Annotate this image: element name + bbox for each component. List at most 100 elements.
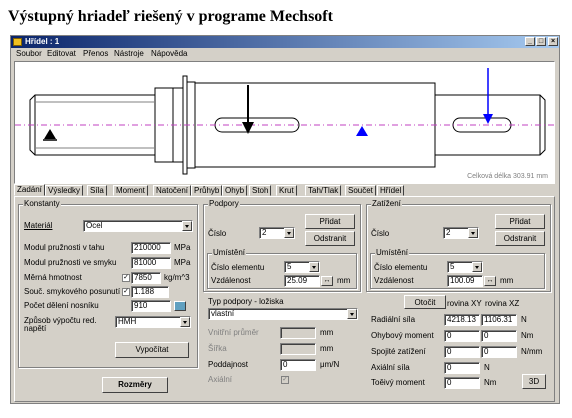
- podpory-vzd-field[interactable]: 25.09: [284, 275, 320, 287]
- tab-zadani[interactable]: Zadání: [14, 184, 45, 196]
- podpory-elem-select[interactable]: 5: [284, 261, 320, 273]
- menu-napoveda[interactable]: Nápověda: [151, 49, 187, 58]
- typ-podpory-select[interactable]: vlastní: [208, 308, 358, 320]
- ohyb-xy-field[interactable]: 0: [444, 330, 480, 342]
- vypocitat-button[interactable]: Vypočítat: [115, 342, 189, 358]
- typ-podpory-label: Typ podpory - ložiska: [208, 297, 284, 306]
- podpory-elem-label: Číslo elementu: [211, 263, 265, 272]
- podpory-pridat-button[interactable]: Přidat: [305, 214, 355, 229]
- podpory-vzd-spinner[interactable]: ↔: [321, 276, 333, 286]
- rozmery-button[interactable]: Rozměry: [102, 377, 168, 393]
- radialni-unit: N: [521, 315, 527, 324]
- konstanty-legend: Konstanty: [23, 199, 61, 208]
- souc-checkbox[interactable]: ✓: [122, 288, 130, 296]
- sirka-field: [280, 343, 316, 355]
- menu-prenos[interactable]: Přenos: [83, 49, 108, 58]
- zpusob-select[interactable]: HMH: [115, 316, 191, 328]
- rovina-xz-label: rovina XZ: [485, 299, 520, 308]
- torzni-label: Toěivý moment: [371, 378, 425, 387]
- close-button[interactable]: ×: [548, 37, 558, 46]
- tab-ohyb[interactable]: Ohyb: [222, 185, 248, 196]
- tab-pruhyb[interactable]: Průhyb: [191, 185, 223, 196]
- tab-krut[interactable]: Krut: [276, 185, 297, 196]
- spojite-xy-field[interactable]: 0: [444, 346, 480, 358]
- ohyb-xz-field[interactable]: 0: [481, 330, 517, 342]
- deleni-calc-icon[interactable]: [174, 301, 186, 311]
- radialni-xz-field[interactable]: 1106.31: [481, 314, 517, 326]
- chevron-down-icon[interactable]: [180, 317, 190, 327]
- material-select[interactable]: Ocel: [83, 220, 193, 232]
- podpory-odstranit-button[interactable]: Odstranit: [305, 231, 355, 246]
- chevron-down-icon[interactable]: [468, 228, 478, 238]
- tab-sila[interactable]: Síla: [87, 185, 107, 196]
- tab-tah-tlak[interactable]: Tah/Tlak: [305, 185, 342, 196]
- menu-editovat[interactable]: Editovat: [47, 49, 76, 58]
- konstanty-group: Konstanty Materiál Ocel Modul pružnosti …: [18, 199, 198, 368]
- spojite-unit: N/mm: [521, 347, 543, 356]
- chevron-down-icon[interactable]: [347, 309, 357, 319]
- axialni-sila-unit: N: [484, 363, 490, 372]
- page-heading: Výstupný hriadeľ riešený v programe Mech…: [8, 8, 333, 25]
- chevron-down-icon[interactable]: [309, 262, 319, 272]
- hmotnost-field[interactable]: 7850: [131, 272, 161, 284]
- poddajnost-field[interactable]: 0: [280, 359, 316, 371]
- zatizeni-elem-select[interactable]: 5: [447, 261, 483, 273]
- material-label: Materiál: [24, 221, 53, 230]
- deleni-label: Počet dělení nosníku: [24, 301, 99, 310]
- btn-3d[interactable]: 3D: [522, 374, 546, 389]
- zatizeni-vzd-spinner[interactable]: ↔: [484, 276, 496, 286]
- tab-hridel[interactable]: Hřídel: [377, 185, 405, 196]
- spojite-xz-field[interactable]: 0: [481, 346, 517, 358]
- podpory-umisteni-legend: Umístění: [212, 248, 247, 257]
- typ-podpory-value: vlastní: [211, 309, 235, 318]
- support-icon-right: [356, 126, 368, 136]
- rovina-xy-label: rovina XY: [447, 299, 482, 308]
- load-arrow-1: [242, 85, 254, 134]
- axialni-sila-field[interactable]: 0: [444, 362, 480, 374]
- sirka-unit: mm: [320, 344, 334, 353]
- chevron-down-icon[interactable]: [284, 228, 294, 238]
- window-titlebar[interactable]: Hřídel : 1 _ □ ×: [11, 36, 559, 48]
- tab-natoceni[interactable]: Natočení: [153, 185, 192, 196]
- hmotnost-checkbox[interactable]: ✓: [122, 274, 130, 282]
- zatizeni-umisteni-legend: Umístění: [375, 248, 410, 257]
- modul-smyk-field[interactable]: 81000: [131, 257, 171, 269]
- torzni-field[interactable]: 0: [444, 377, 480, 389]
- chevron-down-icon[interactable]: [182, 221, 192, 231]
- zatizeni-vzd-field[interactable]: 100.09: [447, 275, 483, 287]
- otocit-button[interactable]: Otočit: [404, 295, 446, 309]
- podpory-cislo-select[interactable]: 2: [259, 227, 295, 239]
- zatizeni-vzd-label: Vzdálenost: [374, 276, 414, 285]
- tab-moment[interactable]: Moment: [113, 185, 148, 196]
- zadani-panel: Konstanty Materiál Ocel Modul pružnosti …: [14, 196, 555, 402]
- torzni-unit: Nm: [484, 378, 497, 387]
- tab-soucet[interactable]: Součet: [345, 185, 376, 196]
- zatizeni-odstranit-button[interactable]: Odstranit: [495, 231, 545, 246]
- zatizeni-umisteni-group: Umístění Číslo elementu 5 Vzdálenost 100…: [370, 248, 545, 289]
- radialni-xy-field[interactable]: 4218.13: [444, 314, 480, 326]
- deleni-field[interactable]: 910: [131, 300, 171, 312]
- tab-stoh[interactable]: Stoh: [249, 185, 272, 196]
- modul-tah-field[interactable]: 210000: [131, 242, 171, 254]
- maximize-button[interactable]: □: [536, 37, 546, 46]
- zatizeni-elem-value: 5: [450, 262, 455, 271]
- podpory-vzd-label: Vzdálenost: [211, 276, 251, 285]
- axialni-label: Axiální: [208, 375, 233, 384]
- zatizeni-pridat-button[interactable]: Přidat: [495, 214, 545, 229]
- zatizeni-cislo-label: Číslo: [371, 229, 390, 238]
- menu-soubor[interactable]: Soubor: [16, 49, 42, 58]
- minimize-button[interactable]: _: [525, 37, 535, 46]
- shaft-canvas[interactable]: Celková délka 303.91 mm: [14, 61, 555, 184]
- podpory-cislo-label: Číslo: [208, 229, 227, 238]
- total-length-label: Celková délka 303.91 mm: [467, 173, 548, 180]
- modul-smyk-unit: MPa: [174, 258, 191, 267]
- tab-vysledky[interactable]: Výsledky: [45, 185, 84, 196]
- chevron-down-icon[interactable]: [472, 262, 482, 272]
- vnitrni-label: Vnitřní průměr: [208, 328, 259, 337]
- menu-nastroje[interactable]: Nástroje: [114, 49, 144, 58]
- souc-field[interactable]: 1.188: [131, 286, 169, 298]
- zatizeni-cislo-select[interactable]: 2: [443, 227, 479, 239]
- zpusob-label-2: napětí: [24, 324, 47, 333]
- modul-smyk-label: Modul pružnosti ve smyku: [24, 258, 117, 267]
- load-arrow-2: [483, 68, 493, 124]
